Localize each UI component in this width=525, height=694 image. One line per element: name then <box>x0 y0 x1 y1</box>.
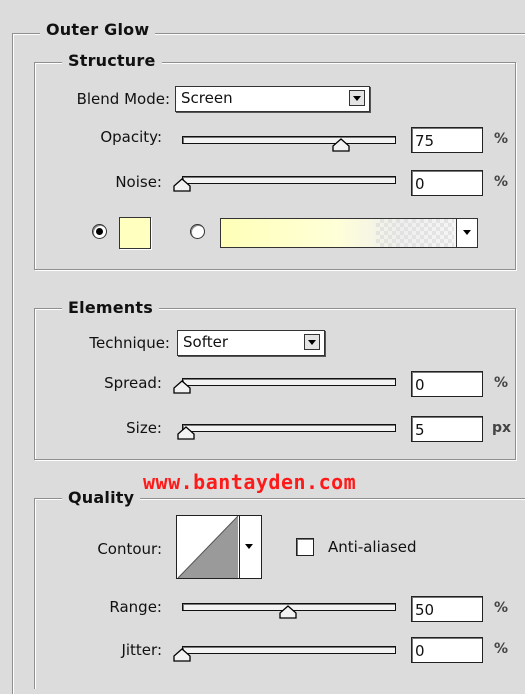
spread-label: Spread: <box>104 374 162 392</box>
noise-label: Noise: <box>115 173 162 191</box>
jitter-input[interactable]: 0 <box>411 637 483 663</box>
range-unit: % <box>494 600 509 616</box>
opacity-unit: % <box>494 131 509 147</box>
spread-input[interactable]: 0 <box>411 371 483 397</box>
gradient-radio[interactable] <box>190 224 205 239</box>
glow-color-swatch[interactable] <box>119 217 151 249</box>
chevron-down-icon[interactable] <box>349 90 365 106</box>
range-label: Range: <box>109 598 162 616</box>
spread-slider[interactable] <box>182 378 396 386</box>
technique-label: Technique: <box>89 334 170 352</box>
size-label: Size: <box>126 419 162 437</box>
solid-color-radio[interactable] <box>92 224 107 239</box>
noise-input[interactable]: 0 <box>411 170 483 196</box>
spread-unit: % <box>494 375 509 391</box>
size-slider-thumb[interactable] <box>177 426 195 440</box>
anti-aliased-checkbox[interactable] <box>296 538 314 556</box>
size-slider[interactable] <box>182 424 396 432</box>
chevron-down-icon[interactable] <box>245 544 253 549</box>
chevron-down-icon[interactable] <box>456 219 477 247</box>
gradient-picker[interactable] <box>220 218 478 248</box>
blend-mode-label: Blend Mode: <box>76 90 170 108</box>
jitter-slider[interactable] <box>182 646 396 654</box>
chevron-down-icon[interactable] <box>304 334 320 350</box>
blend-mode-dropdown[interactable]: Screen <box>175 86 370 112</box>
opacity-label: Opacity: <box>100 128 162 146</box>
opacity-slider[interactable] <box>182 136 396 144</box>
jitter-slider-thumb[interactable] <box>173 648 191 662</box>
size-unit: px <box>492 420 512 436</box>
noise-unit: % <box>494 174 509 190</box>
watermark-text: www.bantayden.com <box>143 470 357 494</box>
blend-mode-value: Screen <box>181 89 233 107</box>
range-slider-thumb[interactable] <box>279 605 297 619</box>
range-input[interactable]: 50 <box>411 596 483 622</box>
spread-slider-thumb[interactable] <box>173 380 191 394</box>
quality-title: Quality <box>62 488 141 507</box>
structure-title: Structure <box>62 51 162 70</box>
outer-glow-title: Outer Glow <box>40 20 156 39</box>
opacity-slider-thumb[interactable] <box>332 138 350 152</box>
contour-preview-icon[interactable] <box>177 516 239 578</box>
noise-slider-thumb[interactable] <box>173 178 191 192</box>
contour-label: Contour: <box>97 540 162 558</box>
elements-title: Elements <box>62 298 159 317</box>
technique-dropdown[interactable]: Softer <box>177 330 325 356</box>
contour-picker[interactable] <box>176 515 262 579</box>
size-input[interactable]: 5 <box>411 416 483 442</box>
noise-slider[interactable] <box>182 176 396 184</box>
opacity-input[interactable]: 75 <box>411 127 483 153</box>
jitter-label: Jitter: <box>121 641 162 659</box>
anti-aliased-label: Anti-aliased <box>328 538 417 556</box>
jitter-unit: % <box>494 641 509 657</box>
technique-value: Softer <box>183 333 228 351</box>
